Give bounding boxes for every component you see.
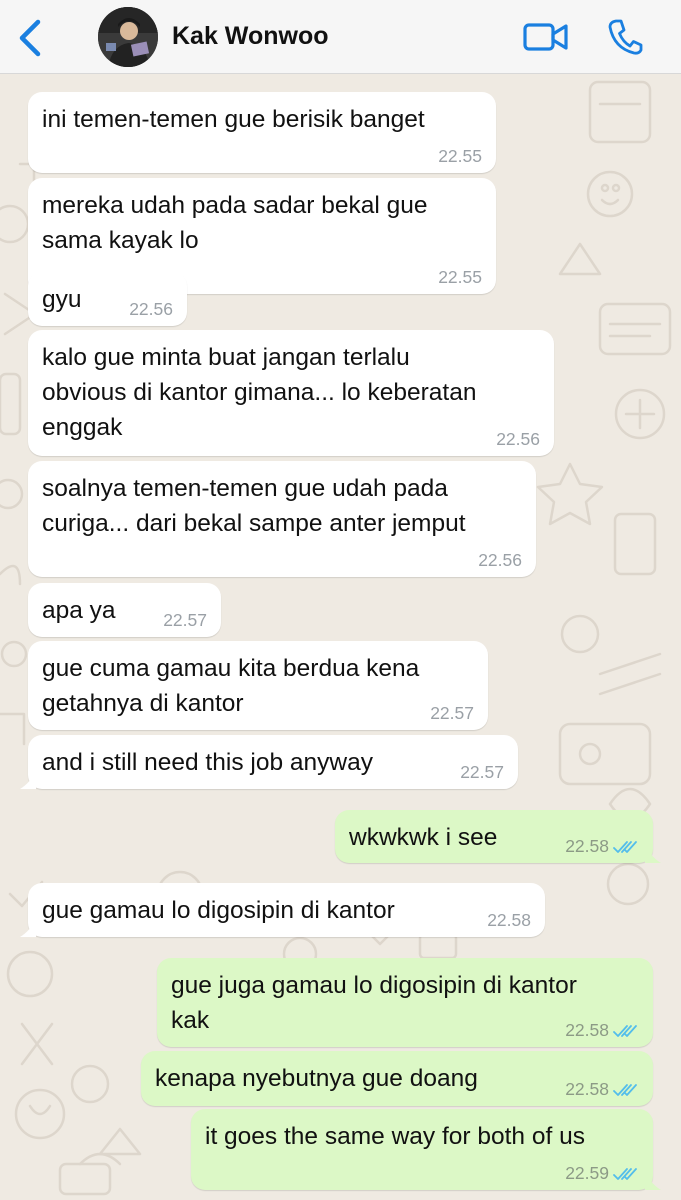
message-text: gue gamau lo digosipin di kantor [42, 897, 395, 924]
chevron-left-icon [19, 19, 41, 57]
message-meta: 22.59 [565, 1163, 639, 1184]
message-time: 22.58 [487, 910, 531, 930]
incoming-message[interactable]: gue cuma gamau kita berdua kena getahnya… [28, 641, 488, 730]
message-text: mereka udah pada sadar bekal gue sama ka… [42, 192, 428, 254]
incoming-message[interactable]: and i still need this job anyway 22.57 [20, 735, 518, 789]
chat-header: Kak Wonwoo [0, 0, 681, 74]
message-time: 22.56 [129, 299, 173, 319]
outgoing-message[interactable]: wkwkwk i see 22.58 [335, 810, 661, 863]
message-meta: 22.57 [460, 762, 504, 783]
message-time: 22.57 [460, 762, 504, 782]
bubble-tail [645, 845, 661, 863]
voice-call-button[interactable] [607, 18, 643, 56]
message-time: 22.57 [430, 703, 474, 723]
message-text: kalo gue minta buat jangan terlalu obvio… [42, 344, 477, 441]
incoming-message[interactable]: apa ya 22.57 [28, 583, 221, 637]
double-check-icon [613, 840, 637, 853]
outgoing-message[interactable]: kenapa nyebutnya gue doang 22.58 [141, 1051, 653, 1106]
message-time: 22.58 [565, 1020, 609, 1040]
incoming-message[interactable]: soalnya temen-temen gue udah pada curiga… [28, 461, 536, 577]
message-time: 22.56 [496, 429, 540, 449]
message-meta: 22.58 [565, 836, 639, 857]
message-text: ini temen-temen gue berisik banget [42, 106, 425, 133]
outgoing-message[interactable]: it goes the same way for both of us 22.59 [191, 1109, 661, 1190]
outgoing-message[interactable]: gue juga gamau lo digosipin di kantor ka… [157, 958, 653, 1047]
double-check-icon [613, 1167, 637, 1180]
bubble-tail [645, 1172, 661, 1190]
double-check-icon [613, 1083, 637, 1096]
message-time: 22.58 [565, 836, 609, 856]
message-text: soalnya temen-temen gue udah pada curiga… [42, 475, 466, 537]
message-time: 22.57 [163, 610, 207, 630]
message-meta: 22.58 [565, 1020, 639, 1041]
incoming-message[interactable]: gyu 22.56 [28, 272, 187, 326]
message-meta: 22.58 [565, 1079, 639, 1100]
message-list[interactable]: ini temen-temen gue berisik banget 22.55 m… [0, 74, 681, 1200]
avatar-image [98, 7, 158, 67]
bubble-tail [20, 771, 36, 789]
message-text: gue cuma gamau kita berdua kena getahnya… [42, 655, 420, 717]
video-camera-icon [523, 23, 568, 51]
message-time: 22.56 [478, 550, 522, 570]
message-meta: 22.55 [438, 267, 482, 288]
message-text: it goes the same way for both of us [205, 1123, 585, 1150]
incoming-message[interactable]: ini temen-temen gue berisik banget 22.55 [28, 92, 496, 173]
incoming-message[interactable]: gue gamau lo digosipin di kantor 22.58 [20, 883, 545, 937]
message-time: 22.55 [438, 146, 482, 166]
back-button[interactable] [14, 18, 48, 58]
phone-icon [608, 19, 643, 55]
avatar[interactable] [98, 7, 158, 67]
message-meta: 22.56 [478, 550, 522, 571]
contact-name[interactable]: Kak Wonwoo [172, 22, 328, 51]
message-meta: 22.56 [129, 299, 173, 320]
message-text: and i still need this job anyway [42, 749, 373, 776]
incoming-message[interactable]: kalo gue minta buat jangan terlalu obvio… [28, 330, 554, 456]
video-call-button[interactable] [523, 20, 569, 54]
message-meta: 22.57 [163, 610, 207, 631]
message-meta: 22.56 [496, 429, 540, 450]
message-time: 22.59 [565, 1163, 609, 1183]
double-check-icon [613, 1024, 637, 1037]
message-meta: 22.55 [438, 146, 482, 167]
bubble-tail [20, 919, 36, 937]
message-time: 22.55 [438, 267, 482, 287]
message-time: 22.58 [565, 1079, 609, 1099]
message-meta: 22.58 [487, 910, 531, 931]
message-meta: 22.57 [430, 703, 474, 724]
